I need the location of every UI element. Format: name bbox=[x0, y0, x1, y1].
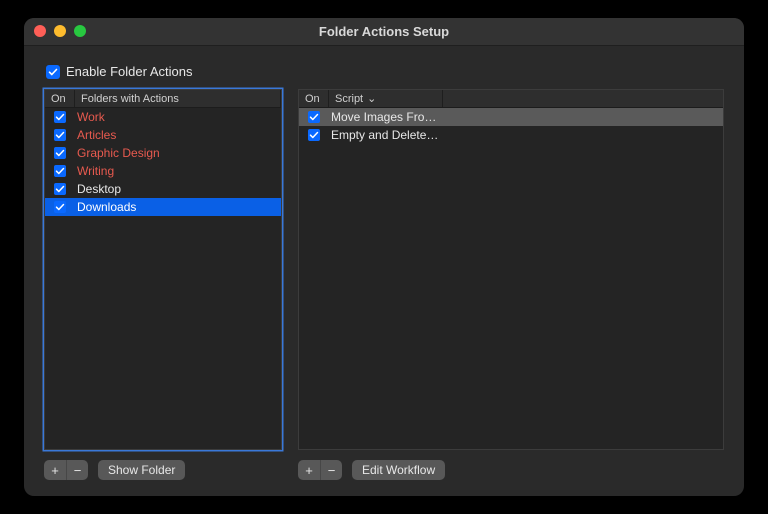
folder-name: Articles bbox=[75, 128, 277, 142]
titlebar: Folder Actions Setup bbox=[24, 18, 744, 46]
checkmark-icon bbox=[309, 130, 319, 140]
show-folder-button[interactable]: Show Folder bbox=[98, 460, 185, 480]
folder-name: Work bbox=[75, 110, 277, 124]
script-row[interactable]: Move Images Fro… bbox=[299, 108, 723, 126]
edit-workflow-button[interactable]: Edit Workflow bbox=[352, 460, 445, 480]
remove-script-button[interactable]: − bbox=[320, 460, 342, 480]
checkmark-icon bbox=[55, 202, 65, 212]
folder-row[interactable]: Downloads bbox=[45, 198, 281, 216]
script-name: Empty and Delete… bbox=[329, 128, 719, 142]
folder-checkbox[interactable] bbox=[54, 129, 66, 141]
script-row[interactable]: Empty and Delete… bbox=[299, 126, 723, 144]
folder-checkbox[interactable] bbox=[54, 111, 66, 123]
content: Enable Folder Actions On Folders with Ac… bbox=[24, 46, 744, 496]
checkmark-icon bbox=[55, 148, 65, 158]
folders-table[interactable]: On Folders with Actions Work Articles Grap… bbox=[44, 89, 282, 450]
folder-name: Graphic Design bbox=[75, 146, 277, 160]
script-checkbox[interactable] bbox=[308, 129, 320, 141]
folders-header-on[interactable]: On bbox=[45, 90, 75, 107]
folders-add-remove: + − bbox=[44, 460, 88, 480]
traffic-lights bbox=[34, 25, 86, 37]
enable-folder-actions-label: Enable Folder Actions bbox=[66, 64, 192, 79]
folder-row[interactable]: Desktop bbox=[45, 180, 281, 198]
scripts-add-remove: + − bbox=[298, 460, 342, 480]
scripts-header-name[interactable]: Script ⌄ bbox=[329, 90, 443, 107]
script-checkbox[interactable] bbox=[308, 111, 320, 123]
folder-row-on bbox=[45, 183, 75, 195]
window-title: Folder Actions Setup bbox=[24, 24, 744, 39]
folder-name: Desktop bbox=[75, 182, 277, 196]
checkmark-icon bbox=[55, 112, 65, 122]
folder-name: Writing bbox=[75, 164, 277, 178]
script-row-on bbox=[299, 111, 329, 123]
folder-row-on bbox=[45, 147, 75, 159]
checkmark-icon bbox=[309, 112, 319, 122]
folder-checkbox[interactable] bbox=[54, 165, 66, 177]
add-folder-button[interactable]: + bbox=[44, 460, 66, 480]
folder-row-on bbox=[45, 111, 75, 123]
close-icon[interactable] bbox=[34, 25, 46, 37]
enable-folder-actions-row: Enable Folder Actions bbox=[46, 64, 724, 79]
chevron-down-icon: ⌄ bbox=[367, 92, 376, 105]
folder-checkbox[interactable] bbox=[54, 147, 66, 159]
folders-footer: + − Show Folder bbox=[44, 460, 282, 480]
scripts-panel: On Script ⌄ Move Images Fro… Empty and De… bbox=[298, 89, 724, 480]
folder-row[interactable]: Articles bbox=[45, 126, 281, 144]
add-script-button[interactable]: + bbox=[298, 460, 320, 480]
scripts-table-body: Move Images Fro… Empty and Delete… bbox=[299, 108, 723, 449]
scripts-header-on[interactable]: On bbox=[299, 90, 329, 107]
minimize-icon[interactable] bbox=[54, 25, 66, 37]
folder-row-on bbox=[45, 129, 75, 141]
zoom-icon[interactable] bbox=[74, 25, 86, 37]
scripts-footer: + − Edit Workflow bbox=[298, 460, 724, 480]
script-name: Move Images Fro… bbox=[329, 110, 719, 124]
checkmark-icon bbox=[55, 184, 65, 194]
folders-header-name[interactable]: Folders with Actions bbox=[75, 90, 281, 107]
remove-folder-button[interactable]: − bbox=[66, 460, 88, 480]
checkmark-icon bbox=[55, 130, 65, 140]
folder-row[interactable]: Graphic Design bbox=[45, 144, 281, 162]
folder-row-on bbox=[45, 201, 75, 213]
checkmark-icon bbox=[55, 166, 65, 176]
scripts-header-name-label: Script bbox=[335, 93, 363, 105]
scripts-table-header: On Script ⌄ bbox=[299, 90, 723, 108]
folder-row-on bbox=[45, 165, 75, 177]
folders-table-body: Work Articles Graphic Design Writing Desktop… bbox=[45, 108, 281, 449]
folders-panel: On Folders with Actions Work Articles Grap… bbox=[44, 89, 282, 480]
scripts-table[interactable]: On Script ⌄ Move Images Fro… Empty and De… bbox=[298, 89, 724, 450]
folder-checkbox[interactable] bbox=[54, 183, 66, 195]
script-row-on bbox=[299, 129, 329, 141]
enable-folder-actions-checkbox[interactable] bbox=[46, 65, 60, 79]
folder-row[interactable]: Work bbox=[45, 108, 281, 126]
folders-table-header: On Folders with Actions bbox=[45, 90, 281, 108]
folder-actions-window: Folder Actions Setup Enable Folder Actio… bbox=[24, 18, 744, 496]
scripts-header-spacer bbox=[443, 90, 723, 107]
folder-checkbox[interactable] bbox=[54, 201, 66, 213]
folder-name: Downloads bbox=[75, 200, 277, 214]
checkmark-icon bbox=[48, 67, 58, 77]
folder-row[interactable]: Writing bbox=[45, 162, 281, 180]
panels: On Folders with Actions Work Articles Grap… bbox=[44, 89, 724, 480]
